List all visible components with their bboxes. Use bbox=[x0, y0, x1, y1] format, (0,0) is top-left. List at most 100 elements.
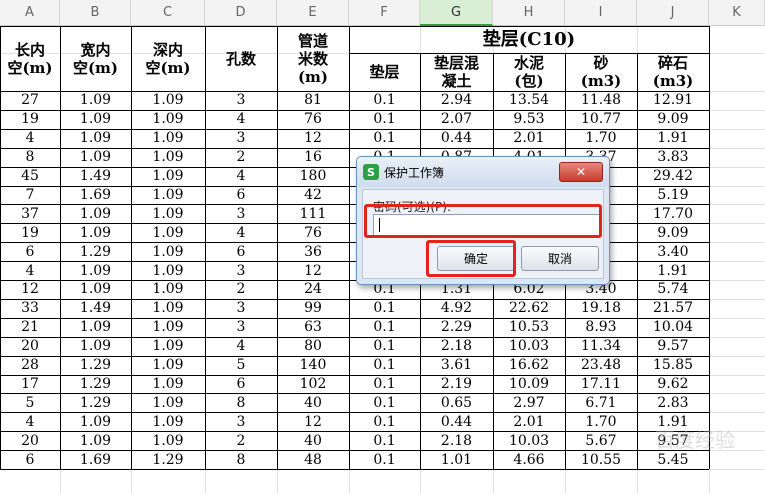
table-cell[interactable]: 9.62 bbox=[637, 375, 709, 394]
table-cell[interactable]: 1.09 bbox=[60, 261, 131, 280]
table-cell[interactable]: 3 bbox=[205, 318, 277, 337]
table-cell[interactable]: 11.34 bbox=[565, 337, 637, 356]
table-cell[interactable]: 0.1 bbox=[349, 318, 420, 337]
table-cell[interactable]: 2.97 bbox=[493, 393, 565, 412]
table-cell[interactable]: 1.09 bbox=[131, 299, 205, 318]
table-cell[interactable]: 1.09 bbox=[60, 318, 131, 337]
table-cell[interactable]: 1.91 bbox=[637, 129, 709, 148]
column-header-c[interactable]: C bbox=[131, 0, 205, 26]
table-cell[interactable]: 1.09 bbox=[60, 412, 131, 431]
table-cell[interactable]: 9.09 bbox=[637, 223, 709, 242]
table-cell[interactable]: 15.85 bbox=[637, 356, 709, 375]
table-cell[interactable]: 0.1 bbox=[349, 393, 420, 412]
table-cell[interactable]: 1.29 bbox=[131, 450, 205, 469]
table-cell[interactable]: 1.09 bbox=[131, 318, 205, 337]
table-cell[interactable]: 5 bbox=[205, 356, 277, 375]
cancel-button[interactable]: 取消 bbox=[521, 246, 599, 271]
table-cell[interactable]: 1.09 bbox=[131, 204, 205, 223]
table-cell[interactable]: 20 bbox=[0, 337, 60, 356]
table-cell[interactable]: 5 bbox=[0, 393, 60, 412]
table-cell[interactable]: 81 bbox=[277, 91, 349, 110]
column-header-f[interactable]: F bbox=[349, 0, 420, 26]
table-cell[interactable]: 6 bbox=[205, 242, 277, 261]
table-cell[interactable]: 10.53 bbox=[493, 318, 565, 337]
table-cell[interactable]: 2.19 bbox=[420, 375, 493, 394]
table-cell[interactable]: 0.1 bbox=[349, 91, 420, 110]
table-cell[interactable]: 1.09 bbox=[131, 393, 205, 412]
table-cell[interactable]: 5.67 bbox=[565, 431, 637, 450]
table-cell[interactable]: 2 bbox=[205, 148, 277, 167]
column-header-a[interactable]: A bbox=[0, 0, 60, 26]
table-cell[interactable]: 1.09 bbox=[131, 242, 205, 261]
table-cell[interactable]: 1.69 bbox=[60, 450, 131, 469]
column-header-i[interactable]: I bbox=[565, 0, 637, 26]
table-cell[interactable]: 10.09 bbox=[493, 375, 565, 394]
table-cell[interactable]: 3.40 bbox=[637, 242, 709, 261]
table-cell[interactable]: 37 bbox=[0, 204, 60, 223]
table-cell[interactable]: 6 bbox=[205, 186, 277, 205]
table-cell[interactable]: 6 bbox=[0, 242, 60, 261]
table-cell[interactable]: 6 bbox=[0, 450, 60, 469]
table-cell[interactable]: 2.07 bbox=[420, 110, 493, 129]
table-cell[interactable]: 17 bbox=[0, 375, 60, 394]
table-cell[interactable]: 1.09 bbox=[131, 167, 205, 186]
table-cell[interactable]: 20 bbox=[0, 431, 60, 450]
table-cell[interactable]: 1.01 bbox=[420, 450, 493, 469]
table-cell[interactable]: 12.91 bbox=[637, 91, 709, 110]
table-cell[interactable]: 0.1 bbox=[349, 450, 420, 469]
table-cell[interactable]: 1.49 bbox=[60, 299, 131, 318]
table-cell[interactable]: 3 bbox=[205, 261, 277, 280]
table-cell[interactable]: 29.42 bbox=[637, 167, 709, 186]
table-cell[interactable]: 1.09 bbox=[131, 261, 205, 280]
table-cell[interactable]: 7 bbox=[0, 186, 60, 205]
table-cell[interactable]: 4 bbox=[205, 223, 277, 242]
table-cell[interactable]: 10.04 bbox=[637, 318, 709, 337]
table-cell[interactable]: 16 bbox=[277, 148, 349, 167]
table-cell[interactable]: 48 bbox=[277, 450, 349, 469]
table-cell[interactable]: 10.03 bbox=[493, 337, 565, 356]
table-cell[interactable]: 3.83 bbox=[637, 148, 709, 167]
table-cell[interactable]: 99 bbox=[277, 299, 349, 318]
table-cell[interactable]: 42 bbox=[277, 186, 349, 205]
table-cell[interactable]: 27 bbox=[0, 91, 60, 110]
table-cell[interactable]: 9.57 bbox=[637, 337, 709, 356]
table-cell[interactable]: 0.1 bbox=[349, 375, 420, 394]
table-cell[interactable]: 0.65 bbox=[420, 393, 493, 412]
table-cell[interactable]: 8.93 bbox=[565, 318, 637, 337]
table-cell[interactable]: 1.29 bbox=[60, 393, 131, 412]
table-cell[interactable]: 1.09 bbox=[131, 110, 205, 129]
column-header-d[interactable]: D bbox=[205, 0, 277, 26]
table-cell[interactable]: 12 bbox=[277, 129, 349, 148]
dialog-titlebar[interactable]: S 保护工作簿 ✕ bbox=[357, 157, 609, 187]
table-cell[interactable]: 40 bbox=[277, 431, 349, 450]
table-cell[interactable]: 24 bbox=[277, 280, 349, 299]
table-cell[interactable]: 6 bbox=[205, 375, 277, 394]
table-cell[interactable]: 12 bbox=[277, 261, 349, 280]
table-cell[interactable]: 21 bbox=[0, 318, 60, 337]
table-cell[interactable]: 1.09 bbox=[60, 431, 131, 450]
table-cell[interactable]: 6.71 bbox=[565, 393, 637, 412]
table-cell[interactable]: 21.57 bbox=[637, 299, 709, 318]
table-cell[interactable]: 17.11 bbox=[565, 375, 637, 394]
table-cell[interactable]: 1.09 bbox=[131, 431, 205, 450]
table-cell[interactable]: 10.77 bbox=[565, 110, 637, 129]
table-cell[interactable]: 1.29 bbox=[60, 375, 131, 394]
table-cell[interactable]: 63 bbox=[277, 318, 349, 337]
table-cell[interactable]: 10.03 bbox=[493, 431, 565, 450]
table-cell[interactable]: 2 bbox=[205, 431, 277, 450]
table-cell[interactable]: 8 bbox=[205, 393, 277, 412]
table-cell[interactable]: 1.09 bbox=[131, 91, 205, 110]
table-cell[interactable]: 1.09 bbox=[131, 280, 205, 299]
table-cell[interactable]: 4 bbox=[205, 337, 277, 356]
table-cell[interactable]: 2.18 bbox=[420, 337, 493, 356]
table-cell[interactable]: 1.09 bbox=[60, 337, 131, 356]
table-cell[interactable]: 0.44 bbox=[420, 412, 493, 431]
table-cell[interactable]: 2.18 bbox=[420, 431, 493, 450]
table-cell[interactable]: 80 bbox=[277, 337, 349, 356]
table-cell[interactable]: 22.62 bbox=[493, 299, 565, 318]
table-cell[interactable]: 5.74 bbox=[637, 280, 709, 299]
table-cell[interactable]: 4 bbox=[0, 129, 60, 148]
table-cell[interactable]: 19 bbox=[0, 223, 60, 242]
table-cell[interactable]: 4.92 bbox=[420, 299, 493, 318]
table-cell[interactable]: 1.91 bbox=[637, 261, 709, 280]
